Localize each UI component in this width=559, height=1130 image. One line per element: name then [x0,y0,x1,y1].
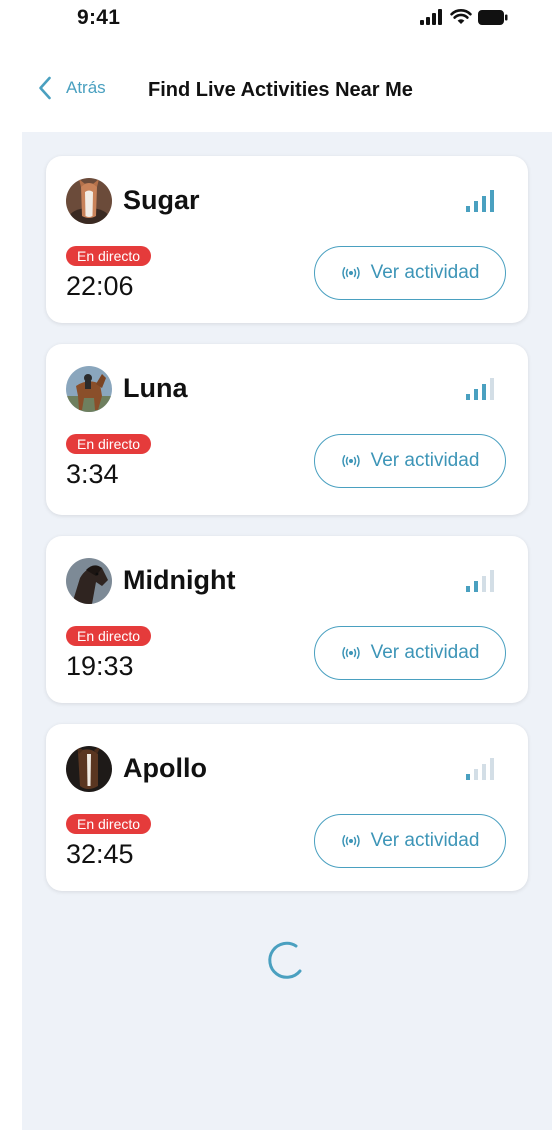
activity-card-midnight[interactable]: Midnight En directo 19:33 Ver actividad [46,536,528,703]
battery-icon [478,9,508,25]
broadcast-icon [341,267,360,279]
view-activity-label: Ver actividad [370,450,480,471]
cellular-signal-icon [420,9,442,25]
live-badge: En directo [66,814,152,834]
activity-card-luna[interactable]: Luna En directo 3:34 Ver actividad [46,344,528,515]
signal-strength-icon [466,570,494,592]
signal-strength-icon [466,378,494,400]
chevron-left-icon [39,76,51,100]
back-label: Atrás [66,78,106,97]
horse-name: Sugar [123,185,200,215]
view-activity-button[interactable]: Ver actividad [314,246,506,300]
activity-card-sugar[interactable]: Sugar En directo 22:06 Ver actividad [46,156,528,323]
broadcast-icon [341,835,360,847]
horse-avatar [66,178,112,224]
horse-name: Midnight [123,565,236,595]
activity-card-apollo[interactable]: Apollo En directo 32:45 Ver actividad [46,724,528,891]
view-activity-label: Ver actividad [370,262,480,283]
activity-list: Sugar En directo 22:06 Ver actividad Lun… [22,132,552,1130]
live-badge: En directo [66,626,152,646]
elapsed-time: 19:33 [66,651,134,681]
live-badge: En directo [66,246,152,266]
page-title: Find Live Activities Near Me [148,79,413,101]
elapsed-time: 22:06 [66,271,134,301]
broadcast-icon [341,647,360,659]
horse-name: Apollo [123,753,207,783]
broadcast-icon [341,455,360,467]
status-bar: 9:41 [0,0,559,40]
signal-strength-icon [466,190,494,212]
view-activity-label: Ver actividad [370,830,480,851]
view-activity-button[interactable]: Ver actividad [314,626,506,680]
nav-bar: Atrás Find Live Activities Near Me [0,70,559,110]
status-icons [420,9,508,25]
horse-avatar [66,746,112,792]
view-activity-label: Ver actividad [370,642,480,663]
status-time: 9:41 [77,6,121,29]
elapsed-time: 32:45 [66,839,134,869]
loading-spinner-icon [268,941,302,979]
signal-strength-icon [466,758,494,780]
horse-avatar [66,366,112,412]
back-button[interactable]: Atrás [38,76,106,100]
elapsed-time: 3:34 [66,459,119,489]
view-activity-button[interactable]: Ver actividad [314,814,506,868]
horse-avatar [66,558,112,604]
view-activity-button[interactable]: Ver actividad [314,434,506,488]
wifi-icon [450,9,472,24]
live-badge: En directo [66,434,152,454]
horse-name: Luna [123,373,188,403]
